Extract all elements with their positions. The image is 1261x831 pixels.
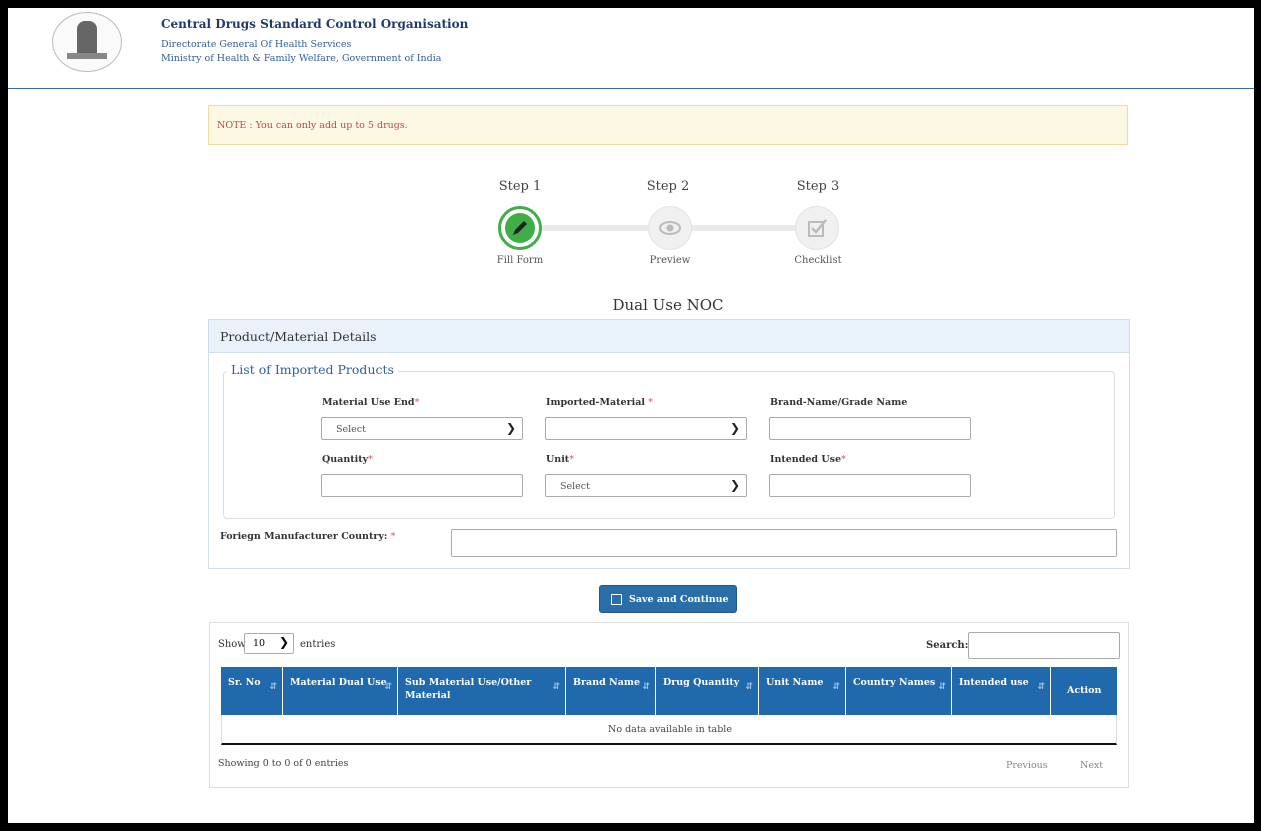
- column-header[interactable]: Material Dual Use ⇵: [283, 667, 398, 715]
- material-use-end-label: Material Use End*: [322, 397, 420, 408]
- org-title: Central Drugs Standard Control Organisat…: [161, 17, 469, 31]
- entries-label: entries: [300, 639, 336, 650]
- page-frame: Central Drugs Standard Control Organisat…: [8, 8, 1254, 823]
- org-subtitle-2: Ministry of Health & Family Welfare, Gov…: [161, 53, 442, 64]
- unit-select[interactable]: Select ❯: [545, 474, 747, 497]
- save-button-label: Save and Continue: [629, 594, 729, 605]
- imported-material-label: Imported-Material *: [546, 397, 654, 408]
- column-header: Action: [1067, 685, 1102, 696]
- step-2-circle[interactable]: [648, 206, 692, 250]
- step-2: Step 2: [613, 179, 723, 194]
- empty-table-text: No data available in table: [608, 724, 732, 735]
- brand-name-label: Brand-Name/Grade Name: [770, 397, 908, 408]
- column-header[interactable]: Sub Material Use/Other Material ⇵: [398, 667, 566, 715]
- step-1-label: Fill Form: [496, 255, 544, 266]
- column-header[interactable]: Unit Name ⇵: [759, 667, 846, 715]
- column-header[interactable]: Intended use ⇵: [952, 667, 1051, 715]
- chevron-down-icon: ❯: [729, 421, 740, 435]
- note-text: NOTE : You can only add up to 5 drugs.: [217, 120, 408, 131]
- chevron-down-icon: ❯: [278, 635, 289, 649]
- show-label: Show: [218, 639, 246, 650]
- save-and-continue-button[interactable]: Save and Continue: [599, 585, 737, 613]
- column-header[interactable]: Brand Name ⇵: [566, 667, 656, 715]
- search-label: Search:: [926, 640, 969, 651]
- table-row-empty: No data available in table: [221, 715, 1117, 745]
- column-header[interactable]: Drug Quantity ⇵: [656, 667, 759, 715]
- table-header: Sr. No ⇵ Material Dual Use ⇵ Sub Material …: [221, 667, 1117, 715]
- step-3: Step 3: [763, 179, 873, 194]
- floppy-disk-icon: [611, 594, 622, 605]
- foreign-country-input[interactable]: [451, 529, 1117, 557]
- quantity-input[interactable]: [321, 474, 523, 497]
- sort-icon: ⇵: [269, 682, 277, 692]
- sort-icon: ⇵: [1037, 682, 1045, 692]
- sort-icon: ⇵: [552, 682, 560, 692]
- column-header[interactable]: Country Names ⇵: [846, 667, 952, 715]
- intended-use-input[interactable]: [769, 474, 971, 497]
- chevron-down-icon: ❯: [505, 421, 516, 435]
- product-details-panel: Product/Material Details List of Importe…: [208, 319, 1130, 569]
- fieldset-legend: List of Imported Products: [227, 362, 398, 377]
- sort-icon: ⇵: [745, 682, 753, 692]
- sort-icon: ⇵: [384, 682, 392, 692]
- entries-table-container: Show 10 ❯ entries Search: Sr. No ⇵ Materi…: [209, 622, 1129, 788]
- imported-material-select[interactable]: ❯: [545, 417, 747, 440]
- quantity-label: Quantity*: [322, 454, 373, 465]
- step-connector-1: [528, 225, 648, 231]
- material-use-end-select[interactable]: Select ❯: [321, 417, 523, 440]
- note-alert: NOTE : You can only add up to 5 drugs.: [208, 105, 1128, 145]
- step-3-title: Step 3: [796, 179, 840, 194]
- intended-use-label: Intended Use*: [770, 454, 846, 465]
- page-title: Dual Use NOC: [612, 296, 724, 314]
- step-3-label: Checklist: [794, 255, 842, 266]
- search-input[interactable]: [968, 632, 1120, 659]
- step-2-label: Preview: [649, 255, 691, 266]
- sort-icon: ⇵: [832, 682, 840, 692]
- step-connector-2: [688, 225, 808, 231]
- page-length-select[interactable]: 10 ❯: [244, 633, 294, 654]
- brand-name-input[interactable]: [769, 417, 971, 440]
- step-1-title: Step 1: [498, 179, 542, 194]
- panel-heading: Product/Material Details: [209, 320, 1129, 353]
- column-header[interactable]: Sr. No ⇵: [221, 667, 283, 715]
- table-info: Showing 0 to 0 of 0 entries: [218, 758, 349, 769]
- previous-button[interactable]: Previous: [1006, 760, 1048, 771]
- panel-heading-text: Product/Material Details: [220, 329, 377, 344]
- pencil-icon: [513, 221, 527, 235]
- step-2-title: Step 2: [646, 179, 690, 194]
- checkbox-icon: [808, 219, 827, 237]
- site-header: Central Drugs Standard Control Organisat…: [8, 8, 1254, 89]
- eye-icon: [659, 221, 681, 235]
- sort-icon: ⇵: [642, 682, 650, 692]
- unit-label: Unit*: [546, 454, 574, 465]
- foreign-country-label: Foriegn Manufacturer Country: *: [220, 531, 396, 542]
- national-emblem-logo: [52, 12, 122, 72]
- step-3-circle[interactable]: [795, 206, 839, 250]
- step-1: Step 1: [465, 179, 575, 194]
- chevron-down-icon: ❯: [729, 478, 740, 492]
- next-button[interactable]: Next: [1080, 760, 1103, 771]
- org-subtitle-1: Directorate General Of Health Services: [161, 39, 352, 50]
- sort-icon: ⇵: [938, 682, 946, 692]
- step-1-circle[interactable]: [498, 206, 542, 250]
